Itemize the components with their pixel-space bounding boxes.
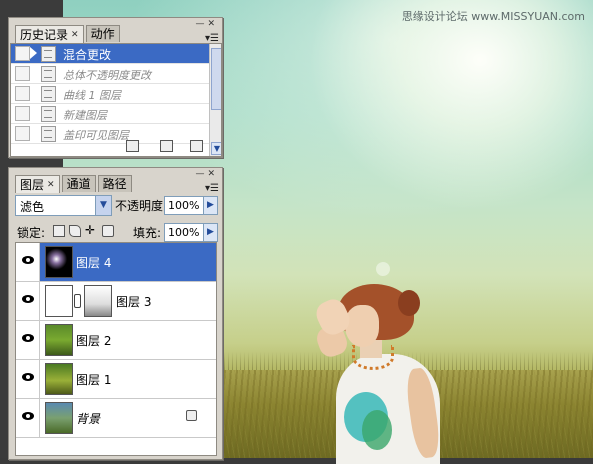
history-state-row[interactable]: 曲线 1 图层 xyxy=(11,84,209,104)
eye-icon xyxy=(22,373,34,381)
snapshot-source-checkbox[interactable] xyxy=(15,106,30,121)
lock-image-brush-icon[interactable] xyxy=(69,225,81,237)
eye-icon xyxy=(22,295,34,303)
girl-necklace xyxy=(352,345,394,370)
history-state-label: 总体不透明度更改 xyxy=(63,69,151,82)
link-chain-icon xyxy=(74,294,81,308)
opacity-slider-arrow-icon[interactable]: ▶ xyxy=(203,196,218,215)
tab-history[interactable]: 历史记录 ✕ xyxy=(15,25,84,43)
snapshot-source-checkbox[interactable] xyxy=(15,46,30,61)
history-state-icon xyxy=(41,106,56,122)
tab-channels-label: 通道 xyxy=(66,177,91,191)
watermark: 思缘设计论坛 www.MISSYUAN.com xyxy=(401,10,585,23)
lock-position-move-icon[interactable]: ✛ xyxy=(85,224,95,236)
layer-thumbnail xyxy=(45,285,73,317)
lock-label: 锁定: xyxy=(17,226,46,240)
history-state-label: 混合更改 xyxy=(63,48,112,62)
panel-window-buttons[interactable]: —✕ xyxy=(195,19,218,29)
eye-icon xyxy=(22,334,34,342)
layer-list: 图层 4 图层 3 图层 2 图层 1 背景 xyxy=(15,242,217,456)
scrollbar-thumb[interactable] xyxy=(211,48,221,110)
snapshot-source-checkbox[interactable] xyxy=(15,86,30,101)
lock-icon xyxy=(186,410,197,421)
new-document-icon[interactable] xyxy=(126,140,139,152)
tab-paths[interactable]: 路径 xyxy=(97,175,132,192)
layer-name: 图层 2 xyxy=(76,334,112,348)
opacity-label: 不透明度: xyxy=(115,199,168,213)
layer-thumbnail xyxy=(45,363,73,395)
layer-thumbnail xyxy=(45,324,73,356)
girl-hair-bun xyxy=(398,290,420,316)
history-panel: —✕ 历史记录 ✕ 动作 ▾☰ 混合更改 总体不透明度更改 曲线 1 图层 新建图… xyxy=(8,17,223,158)
layer-mask-thumbnail[interactable] xyxy=(84,285,112,317)
history-state-icon xyxy=(41,66,56,82)
history-panel-tabs: 历史记录 ✕ 动作 xyxy=(15,25,122,43)
close-icon[interactable]: ✕ xyxy=(47,177,55,193)
history-state-label: 新建图层 xyxy=(63,109,107,122)
blend-mode-select[interactable]: 滤色 ▼ xyxy=(15,195,112,216)
panel-window-buttons[interactable]: —✕ xyxy=(195,169,218,179)
fill-label: 填充: xyxy=(133,226,162,240)
blend-mode-value: 滤色 xyxy=(20,200,45,214)
history-toolbar xyxy=(10,139,220,153)
tab-layers[interactable]: 图层 ✕ xyxy=(15,175,60,193)
tab-channels[interactable]: 通道 xyxy=(61,175,96,192)
visibility-toggle[interactable] xyxy=(16,360,40,398)
tab-history-label: 历史记录 xyxy=(20,27,69,42)
visibility-toggle[interactable] xyxy=(16,399,40,437)
visibility-toggle[interactable] xyxy=(16,243,40,281)
eye-icon xyxy=(22,412,34,420)
tab-layers-label: 图层 xyxy=(20,177,45,192)
layers-panel: —✕ 图层 ✕ 通道 路径 ▾☰ 滤色 ▼ 不透明度: 100% ▶ 锁定: ✛ … xyxy=(8,167,223,460)
tab-paths-label: 路径 xyxy=(102,177,127,191)
chevron-down-icon[interactable]: ▼ xyxy=(95,196,111,215)
close-icon[interactable]: ✕ xyxy=(71,27,79,43)
layer-row-2[interactable]: 图层 2 xyxy=(16,321,216,360)
lock-transparency-icon[interactable] xyxy=(53,225,65,237)
visibility-toggle[interactable] xyxy=(16,321,40,359)
history-state-icon xyxy=(41,46,56,62)
layer-name: 图层 4 xyxy=(76,256,112,270)
layer-row-1[interactable]: 图层 1 xyxy=(16,360,216,399)
layers-panel-tabs: 图层 ✕ 通道 路径 xyxy=(15,175,134,193)
girl-face xyxy=(345,305,379,347)
visibility-toggle[interactable] xyxy=(16,282,40,320)
tab-actions-label: 动作 xyxy=(90,27,115,41)
fill-slider-arrow-icon[interactable]: ▶ xyxy=(203,223,218,242)
layer-row-background[interactable]: 背景 xyxy=(16,399,216,438)
history-state-icon xyxy=(41,86,56,102)
camera-snapshot-icon[interactable] xyxy=(160,140,173,152)
layer-name: 图层 1 xyxy=(76,373,112,387)
shirt-print-green xyxy=(362,410,392,450)
layer-name: 背景 xyxy=(76,412,101,426)
history-state-label: 曲线 1 图层 xyxy=(63,89,121,102)
eye-icon xyxy=(22,256,34,264)
layer-row-3[interactable]: 图层 3 xyxy=(16,282,216,321)
snapshot-source-checkbox[interactable] xyxy=(15,66,30,81)
lock-all-icon[interactable] xyxy=(102,225,114,237)
layer-name: 图层 3 xyxy=(116,295,152,309)
tab-actions[interactable]: 动作 xyxy=(85,25,120,42)
trash-icon[interactable] xyxy=(190,140,203,152)
history-brush-icon xyxy=(30,47,37,59)
history-state-row[interactable]: 总体不透明度更改 xyxy=(11,64,209,84)
layer-row-4[interactable]: 图层 4 xyxy=(16,243,216,282)
panel-menu-icon[interactable]: ▾☰ xyxy=(205,183,219,194)
layer-thumbnail xyxy=(45,402,73,434)
history-state-row[interactable]: 新建图层 xyxy=(11,104,209,124)
history-state-row[interactable]: 混合更改 xyxy=(11,44,209,64)
lens-flare xyxy=(376,262,390,276)
layer-thumbnail xyxy=(45,246,73,278)
